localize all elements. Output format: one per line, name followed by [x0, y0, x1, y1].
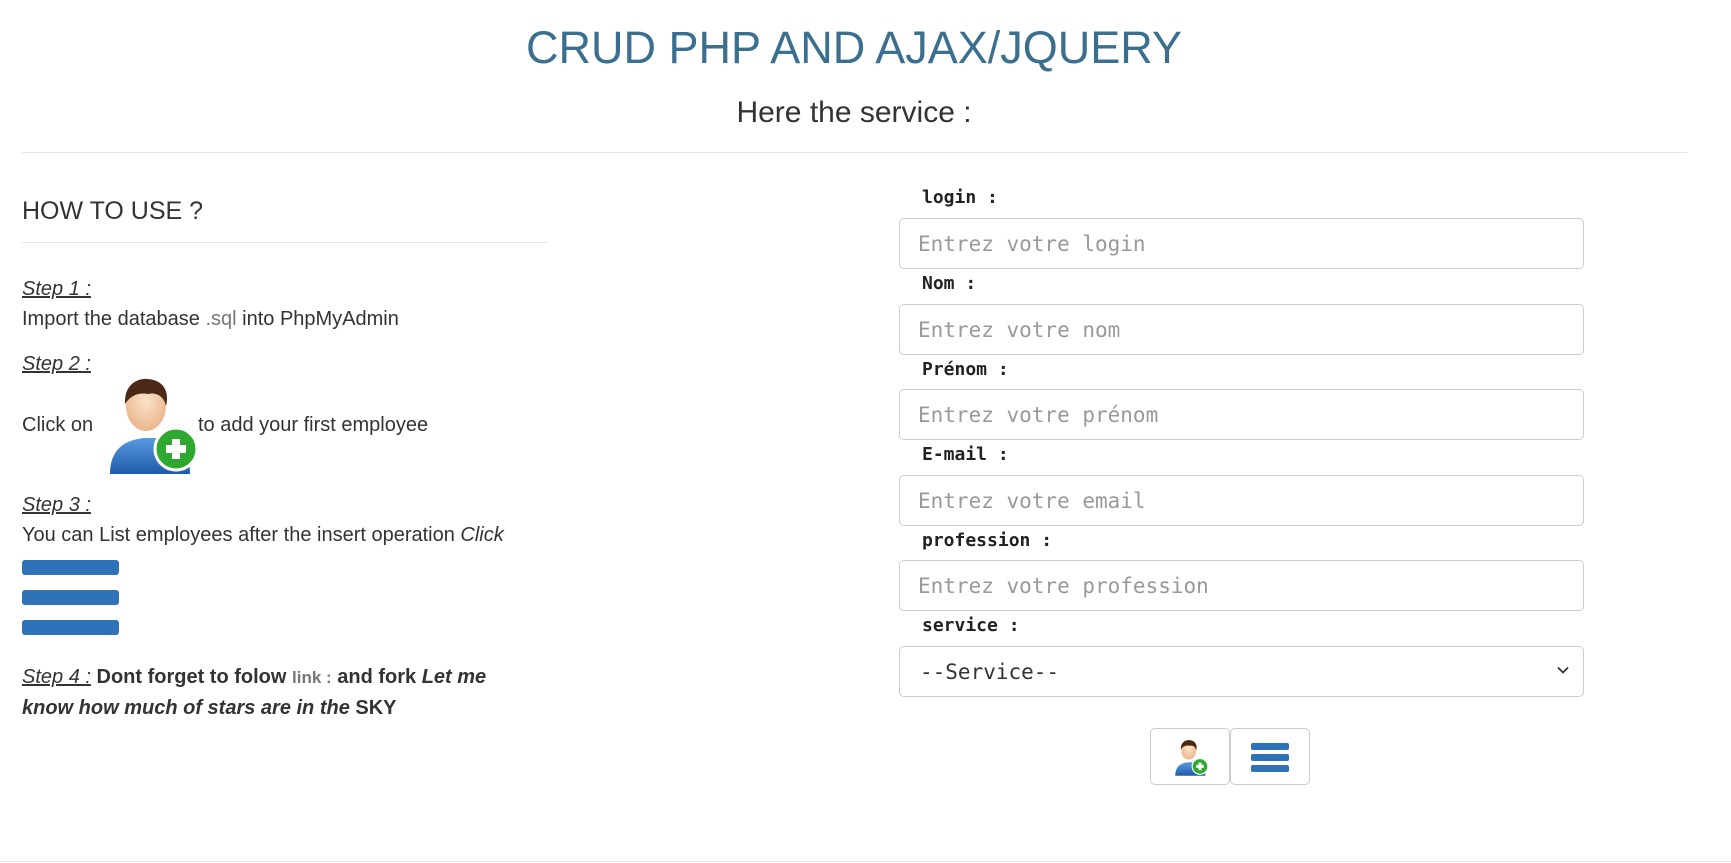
chevron-down-icon — [1557, 666, 1569, 674]
user-add-icon — [1175, 740, 1209, 776]
step4-text: Step 4 : Dont forget to folow link : and… — [22, 666, 487, 719]
login-input[interactable] — [899, 218, 1584, 269]
prenom-input[interactable] — [899, 389, 1584, 440]
profession-input[interactable] — [899, 560, 1584, 611]
user-add-icon[interactable] — [104, 374, 200, 474]
service-selected-value: --Service-- — [920, 659, 1060, 684]
profession-label: profession : — [922, 530, 1053, 551]
list-employees-button[interactable] — [1230, 728, 1310, 785]
step3-label: Step 3 : — [22, 494, 91, 516]
email-label: E-mail : — [922, 444, 1009, 465]
howto-divider — [22, 242, 547, 243]
follow-link[interactable]: link : — [292, 668, 332, 687]
service-select[interactable]: --Service-- — [899, 646, 1584, 697]
howto-title: HOW TO USE ? — [22, 197, 204, 225]
list-menu-icon[interactable] — [22, 560, 119, 638]
step3-text: You can List employees after the insert … — [22, 524, 504, 546]
service-label: service : — [922, 615, 1020, 636]
sql-file-text: .sql — [205, 308, 237, 330]
step1-label: Step 1 : — [22, 278, 91, 300]
nom-input[interactable] — [899, 304, 1584, 355]
step4-label: Step 4 : — [22, 666, 91, 688]
nom-label: Nom : — [922, 273, 977, 294]
login-label: login : — [922, 187, 998, 208]
page-subtitle: Here the service : — [736, 96, 972, 129]
step2-text-before: Click on — [22, 414, 94, 436]
step2-text-after: to add your first employee — [198, 414, 429, 436]
prenom-label: Prénom : — [922, 359, 1009, 380]
page-title: CRUD PHP AND AJAX/JQUERY — [525, 22, 1182, 73]
step2-label: Step 2 : — [22, 353, 91, 375]
footer-divider — [0, 861, 1731, 862]
step1-text: Import the database .sql into PhpMyAdmin — [22, 308, 399, 330]
add-employee-button[interactable] — [1150, 728, 1230, 785]
header-divider — [22, 152, 1687, 153]
email-input[interactable] — [899, 475, 1584, 526]
